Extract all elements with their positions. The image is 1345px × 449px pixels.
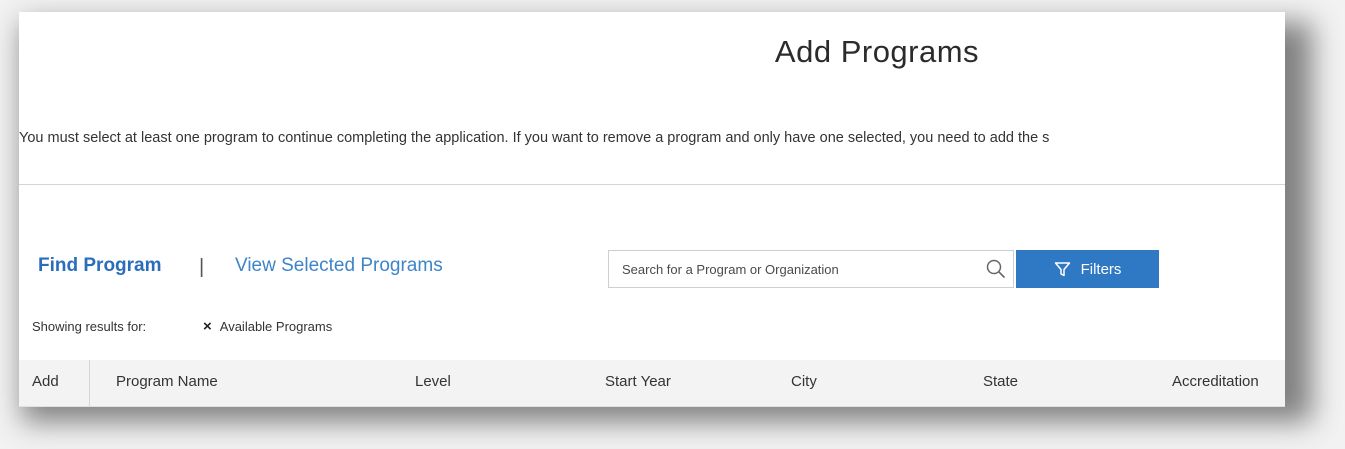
column-header-state[interactable]: State (983, 373, 1018, 390)
active-filter-chip[interactable]: × Available Programs (203, 318, 332, 335)
column-header-city[interactable]: City (791, 373, 817, 390)
column-header-accreditation[interactable]: Accreditation (1172, 373, 1259, 390)
tab-view-selected-programs[interactable]: View Selected Programs (235, 255, 443, 277)
column-divider (89, 360, 90, 406)
filter-icon (1054, 261, 1070, 276)
screenshot-stage: Add Programs You must select at least on… (0, 0, 1345, 449)
tab-separator: | (199, 256, 205, 278)
close-icon[interactable]: × (203, 318, 212, 335)
search-box (608, 250, 1014, 288)
instruction-text: You must select at least one program to … (19, 130, 1050, 146)
column-header-start-year[interactable]: Start Year (605, 373, 671, 390)
search-icon[interactable] (985, 258, 1007, 280)
column-header-level[interactable]: Level (415, 373, 451, 390)
active-filter-label: Available Programs (219, 319, 333, 334)
filters-button[interactable]: Filters (1016, 250, 1159, 288)
section-divider (19, 184, 1285, 185)
tab-find-program[interactable]: Find Program (38, 255, 162, 277)
add-programs-panel: Add Programs You must select at least on… (19, 12, 1285, 407)
filters-button-label: Filters (1080, 260, 1122, 278)
table-header: Add Program Name Level Start Year City S… (19, 360, 1285, 407)
page-title: Add Programs (774, 34, 980, 69)
column-header-program-name[interactable]: Program Name (116, 373, 218, 390)
showing-results-label: Showing results for: (32, 319, 147, 334)
column-header-add: Add (32, 373, 59, 390)
search-input[interactable] (609, 251, 982, 287)
